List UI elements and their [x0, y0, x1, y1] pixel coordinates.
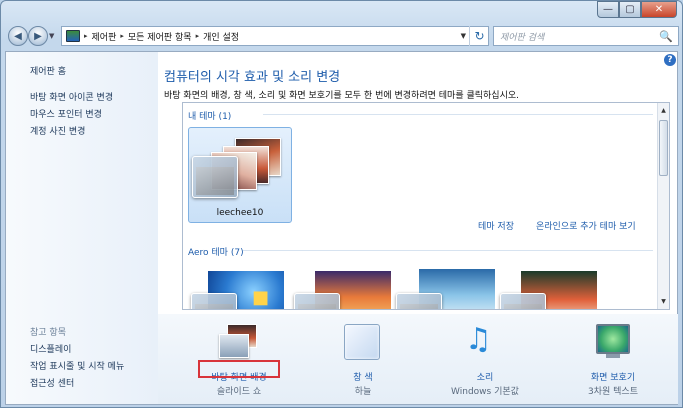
forward-button[interactable]: ▶: [28, 26, 48, 46]
screen-saver-icon: [596, 324, 630, 354]
see-also-heading: 참고 항목: [30, 328, 66, 338]
aero-themes-group-label: Aero 테마 (7): [188, 248, 244, 258]
windows-logo-icon: ■: [252, 287, 270, 308]
sounds-icon: ♫: [465, 322, 492, 357]
highlight-box: [198, 360, 280, 378]
search-icon[interactable]: 🔍: [659, 30, 673, 43]
theme-list[interactable]: 내 테마 (1) leechee10 테마 저장 온라인으로 추가 테마 보기 …: [182, 102, 670, 310]
breadcrumb-separator[interactable]: ▸: [84, 32, 88, 40]
content-area: 제어판 홈 바탕 화면 아이콘 변경 마우스 포인터 변경 계정 사진 변경 참…: [5, 51, 678, 405]
theme-window-color-preview: [192, 156, 238, 198]
see-also-ease-of-access[interactable]: 접근성 센터: [30, 376, 74, 389]
screen-saver-link[interactable]: 화면 보호기: [558, 370, 668, 383]
breadcrumb-separator[interactable]: ▸: [196, 32, 200, 40]
theme-window-color-preview: [500, 293, 546, 309]
see-also-taskbar[interactable]: 작업 표시줄 및 시작 메뉴: [30, 359, 124, 372]
aero-theme-characters[interactable]: [393, 263, 497, 309]
see-also-display[interactable]: 디스플레이: [30, 342, 71, 355]
group-divider: [263, 114, 653, 115]
navigation-bar: ◀ ▶ ▼ ▸ 제어판 ▸ 모든 제어판 항목 ▸ 개인 설정 ▼ ↻ 제어판 …: [1, 23, 682, 49]
sounds-value: Windows 기본값: [451, 387, 519, 397]
window-color-link[interactable]: 창 색: [308, 370, 418, 383]
desktop-background-icon: [219, 324, 259, 358]
maximize-button[interactable]: ▢: [619, 1, 641, 18]
get-more-themes-link[interactable]: 온라인으로 추가 테마 보기: [536, 219, 636, 232]
recent-pages-dropdown[interactable]: ▼: [49, 32, 54, 40]
aero-theme-windows7[interactable]: ■: [188, 263, 292, 309]
scroll-down-button[interactable]: ▼: [658, 296, 669, 307]
help-icon[interactable]: ?: [664, 54, 676, 66]
theme-name: leechee10: [216, 208, 264, 218]
back-button[interactable]: ◀: [8, 26, 28, 46]
breadcrumb-personalization[interactable]: 개인 설정: [203, 30, 239, 43]
search-placeholder: 제어판 검색: [500, 32, 545, 43]
breadcrumb-control-panel[interactable]: 제어판: [92, 30, 117, 43]
group-divider: [243, 250, 653, 251]
page-title: 컴퓨터의 시각 효과 및 소리 변경: [164, 70, 341, 85]
control-panel-window: — ▢ ✕ ◀ ▶ ▼ ▸ 제어판 ▸ 모든 제어판 항목 ▸ 개인 설정 ▼ …: [0, 0, 683, 408]
address-bar[interactable]: ▸ 제어판 ▸ 모든 제어판 항목 ▸ 개인 설정 ▼: [61, 26, 489, 46]
theme-window-color-preview: [191, 293, 237, 309]
page-description: 바탕 화면의 배경, 창 색, 소리 및 화면 보호기를 모두 한 번에 변경하…: [164, 91, 519, 101]
theme-window-color-preview: [294, 293, 340, 309]
desktop-background-value: 슬라이드 쇼: [216, 387, 262, 397]
theme-window-color-preview: [396, 293, 442, 309]
breadcrumb-separator[interactable]: ▸: [120, 32, 124, 40]
minimize-button[interactable]: —: [597, 1, 619, 18]
scroll-thumb[interactable]: [659, 120, 668, 176]
save-theme-link[interactable]: 테마 저장: [478, 219, 514, 232]
breadcrumb-all-items[interactable]: 모든 제어판 항목: [128, 30, 192, 43]
monitor-stand: [606, 354, 620, 358]
control-panel-icon: [66, 30, 80, 42]
theme-settings-bar: 바탕 화면 배경 슬라이드 쇼 창 색 하늘 ♫ 소리 Windows 기본값 …: [158, 314, 678, 404]
theme-list-scrollbar[interactable]: ▲ ▼: [657, 103, 669, 309]
close-button[interactable]: ✕: [641, 1, 677, 18]
screen-saver-value: 3차원 텍스트: [588, 387, 638, 397]
sidebar: 제어판 홈 바탕 화면 아이콘 변경 마우스 포인터 변경 계정 사진 변경 참…: [6, 52, 158, 404]
theme-tile-leechee10[interactable]: leechee10: [188, 127, 292, 223]
sidebar-link-mouse-pointers[interactable]: 마우스 포인터 변경: [30, 107, 102, 120]
window-color-value: 하늘: [354, 387, 372, 397]
search-input[interactable]: 제어판 검색 🔍: [493, 26, 679, 46]
refresh-button[interactable]: ↻: [469, 26, 489, 46]
address-dropdown-icon[interactable]: ▼: [461, 32, 466, 40]
sounds-link[interactable]: 소리: [430, 370, 540, 383]
title-bar: — ▢ ✕: [1, 1, 682, 23]
sidebar-link-account-picture[interactable]: 계정 사진 변경: [30, 124, 85, 137]
aero-theme-architecture[interactable]: [291, 263, 395, 309]
my-themes-group-label: 내 테마 (1): [188, 112, 232, 122]
aero-theme-landscapes[interactable]: [497, 263, 601, 309]
sidebar-link-desktop-icons[interactable]: 바탕 화면 아이콘 변경: [30, 90, 113, 103]
scroll-up-button[interactable]: ▲: [658, 105, 669, 116]
window-color-icon: [344, 324, 380, 360]
sidebar-home-link[interactable]: 제어판 홈: [30, 64, 66, 77]
